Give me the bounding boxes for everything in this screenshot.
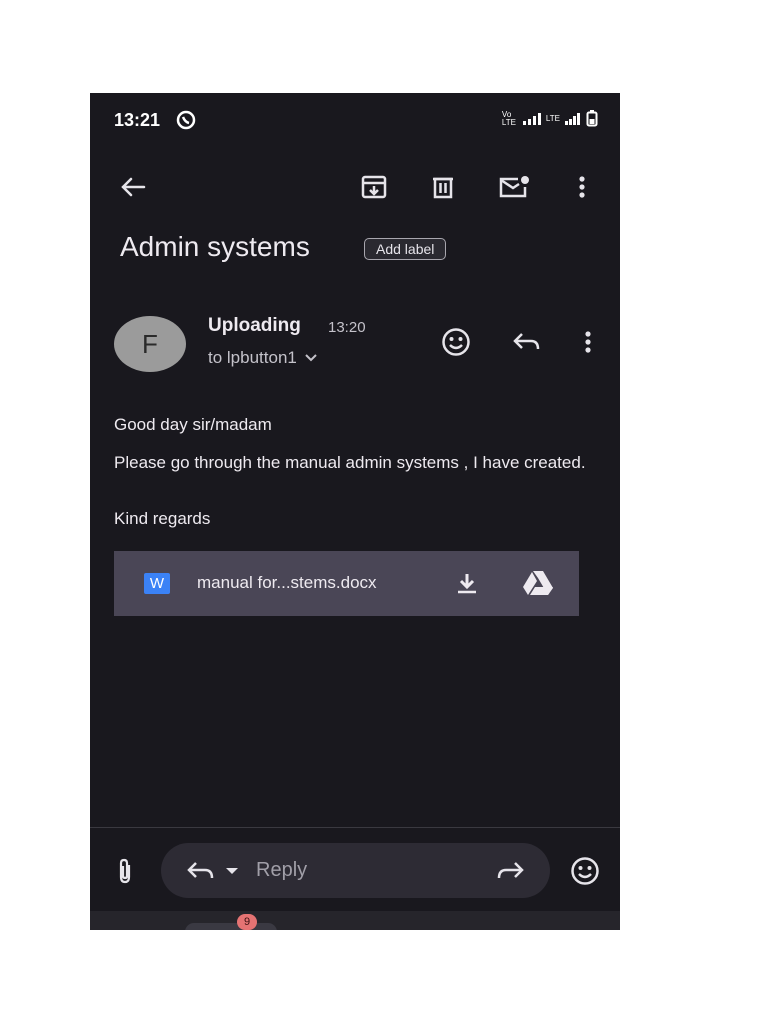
battery-icon: [586, 110, 598, 127]
email-body-line: Please go through the manual admin syste…: [114, 453, 586, 472]
forward-icon: [497, 862, 524, 879]
email-subject: Admin systems: [120, 231, 310, 262]
back-button[interactable]: [115, 169, 151, 205]
download-button[interactable]: [451, 567, 483, 599]
email-signoff: Kind regards: [114, 509, 211, 528]
volte-label: Vo LTE: [501, 109, 516, 127]
more-options-button[interactable]: [564, 169, 600, 205]
trash-icon: [433, 177, 453, 199]
whatsapp-icon: [176, 110, 196, 135]
reply-compose-bar[interactable]: Reply: [161, 843, 550, 898]
attachment-filename: manual for...stems.docx: [197, 573, 377, 592]
unread-badge: 9: [237, 914, 257, 930]
bottom-navigation: 9: [90, 911, 620, 930]
attach-button[interactable]: [108, 853, 142, 889]
reply-mode-selector[interactable]: [179, 855, 247, 887]
status-time: 13:21: [114, 110, 161, 130]
google-drive-icon: [523, 571, 553, 595]
emoji-icon: [571, 857, 599, 885]
lte-label: LTE: [545, 114, 560, 123]
chevron-down-icon: [305, 354, 317, 362]
status-bar: 13:21 Vo LTE LTE: [90, 93, 620, 149]
email-greeting: Good day sir/madam: [114, 415, 272, 434]
reply-icon: [513, 333, 540, 350]
recipient-label: to lpbutton1: [208, 348, 297, 367]
attachment-card[interactable]: W manual for...stems.docx: [114, 551, 579, 616]
signal-icon-2: [565, 112, 580, 125]
recipient-toggle[interactable]: to lpbutton1: [208, 348, 317, 368]
archive-button[interactable]: [356, 169, 392, 205]
signal-indicators: Vo LTE LTE: [502, 110, 598, 127]
signal-icon: [522, 112, 541, 125]
sent-time: 13:20: [328, 319, 366, 336]
add-reaction-button[interactable]: [436, 322, 476, 362]
forward-button[interactable]: [491, 855, 529, 887]
emoji-icon: [442, 328, 470, 356]
delete-button[interactable]: [425, 169, 461, 205]
emoji-reaction-button[interactable]: [566, 852, 604, 890]
mail-unread-icon: [499, 176, 529, 198]
more-vert-icon: [585, 331, 591, 353]
caret-down-icon: [226, 868, 238, 874]
download-icon: [458, 574, 476, 594]
divider: [90, 827, 620, 828]
mark-unread-button[interactable]: [496, 169, 532, 205]
message-more-button[interactable]: [568, 322, 608, 362]
archive-icon: [361, 175, 387, 199]
email-screen: 13:21 Vo LTE LTE Admin systems Add label…: [90, 93, 620, 930]
reply-button[interactable]: [507, 322, 547, 362]
nav-mail-tab[interactable]: [185, 923, 277, 930]
arrow-left-icon: [121, 177, 146, 197]
sender-name: Uploading: [208, 315, 301, 336]
sender-avatar[interactable]: F: [114, 316, 186, 372]
more-vert-icon: [579, 176, 585, 198]
paperclip-icon: [119, 858, 131, 884]
reply-placeholder[interactable]: Reply: [256, 859, 307, 882]
reply-icon: [187, 862, 214, 879]
word-doc-icon: W: [144, 573, 170, 594]
add-label-button[interactable]: Add label: [364, 238, 447, 260]
save-to-drive-button[interactable]: [519, 565, 557, 601]
